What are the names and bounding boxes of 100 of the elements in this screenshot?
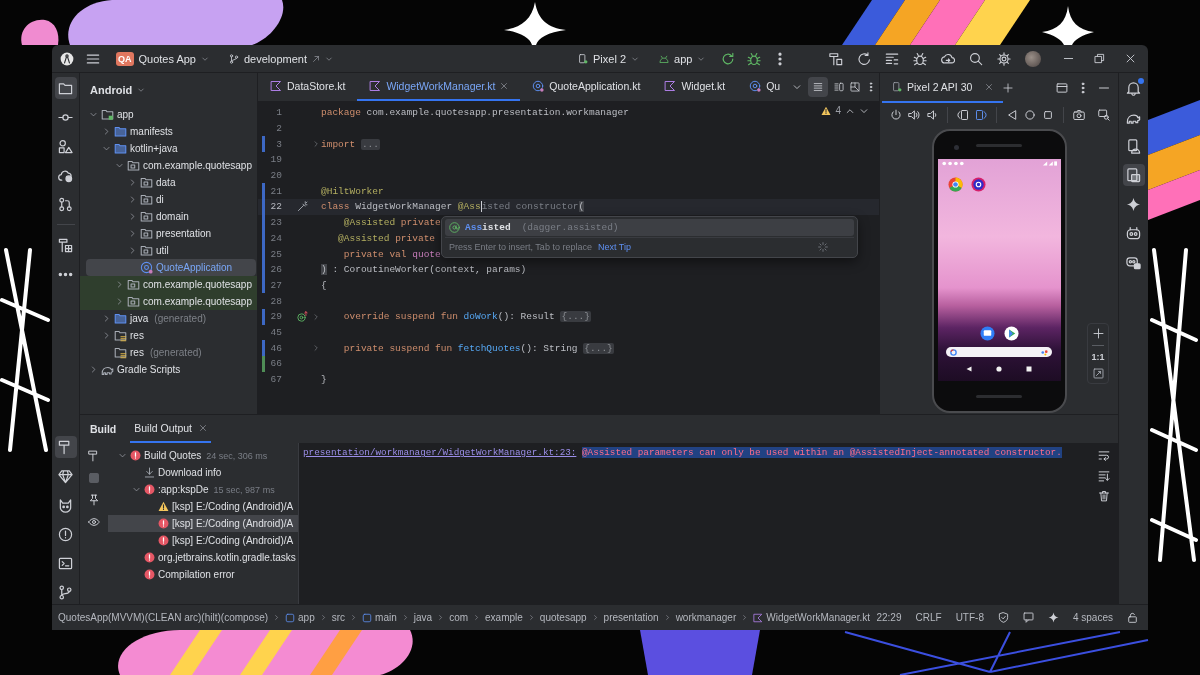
tree-item[interactable]: java (generated): [86, 310, 256, 327]
file-encoding[interactable]: UTF-8: [955, 612, 984, 623]
editor-tab[interactable]: DataStore.kt: [258, 73, 358, 101]
rerun-icon[interactable]: [721, 51, 736, 66]
hammer-grid-icon[interactable]: [58, 237, 73, 253]
selected-tool-button[interactable]: [54, 436, 77, 458]
build-tree-item[interactable]: [ksp] E:/Coding (Android)/A: [108, 532, 298, 549]
plus-icon[interactable]: [1003, 83, 1014, 93]
change-marker[interactable]: [261, 308, 265, 325]
build-tree-item[interactable]: Download info: [108, 464, 298, 481]
caret-position[interactable]: 22:29: [876, 612, 902, 623]
tree-item[interactable]: res (generated): [86, 344, 256, 361]
sparkle-icon[interactable]: [1047, 612, 1059, 623]
tree-item[interactable]: kotlin+java: [86, 140, 256, 157]
trash-icon[interactable]: [1098, 490, 1110, 502]
code-view-button[interactable]: [808, 77, 829, 97]
close-icon[interactable]: [1125, 53, 1136, 64]
comment-icon[interactable]: [1022, 612, 1034, 623]
tree-item[interactable]: res: [86, 327, 256, 344]
indent-setting[interactable]: 4 spaces: [1072, 612, 1113, 623]
exclamation-circle-icon[interactable]: [58, 526, 73, 542]
phone-robot-icon[interactable]: [1126, 138, 1141, 154]
build-tree-item[interactable]: [ksp] E:/Coding (Android)/A: [108, 498, 298, 515]
change-marker[interactable]: [261, 261, 265, 278]
change-marker[interactable]: [261, 199, 265, 215]
robot-chat-icon[interactable]: [1126, 254, 1141, 270]
screen-search-icon[interactable]: [1098, 109, 1110, 121]
cat-icon[interactable]: [58, 497, 73, 513]
selected-tool-button[interactable]: [54, 77, 77, 99]
fit-screen-icon[interactable]: [1092, 368, 1104, 379]
line-separator[interactable]: CRLF: [915, 612, 942, 623]
power-icon[interactable]: [890, 109, 902, 121]
pull-request-icon[interactable]: [58, 196, 73, 212]
volume-up-icon[interactable]: [908, 109, 920, 121]
branch-selector[interactable]: development: [225, 50, 337, 67]
file-link[interactable]: presentation/workmanager/WidgetWorkManager.kt:23:: [303, 447, 577, 458]
device-selector[interactable]: Pixel 2: [574, 50, 644, 67]
tree-item[interactable]: di: [86, 191, 256, 208]
pin-icon[interactable]: [88, 494, 100, 506]
refresh-icon[interactable]: [857, 51, 871, 66]
completion-item[interactable]: Assisted (dagger.assisted): [445, 219, 854, 236]
rotate-right-icon[interactable]: [975, 109, 987, 121]
device-tab[interactable]: Pixel 2 API 30: [882, 73, 1004, 103]
tree-item[interactable]: com.example.quotesapp: [86, 157, 256, 174]
change-marker[interactable]: [261, 136, 265, 153]
split-view-icon[interactable]: [834, 82, 845, 92]
build-tree-item[interactable]: [ksp] E:/Coding (Android)/A: [108, 515, 298, 532]
bug-icon[interactable]: [747, 51, 762, 66]
sparkle-icon[interactable]: [1126, 196, 1141, 212]
warning-count[interactable]: 4: [835, 105, 841, 116]
search-bar[interactable]: [946, 347, 1052, 357]
zoom-in-icon[interactable]: [1092, 328, 1104, 339]
hammer-icon[interactable]: [88, 450, 100, 462]
tree-item[interactable]: util: [86, 242, 256, 259]
eye-icon[interactable]: [88, 516, 100, 528]
compass-logo-icon[interactable]: [60, 51, 74, 66]
branch-icon[interactable]: [58, 584, 73, 600]
shapes-icon[interactable]: [58, 138, 73, 154]
change-marker[interactable]: [261, 246, 265, 262]
design-view-icon[interactable]: [850, 82, 861, 92]
change-marker[interactable]: [261, 230, 265, 247]
bug-icon[interactable]: [913, 51, 927, 66]
restore-icon[interactable]: [1094, 53, 1105, 64]
breadcrumb[interactable]: WidgetWorkManager.kt: [753, 612, 870, 623]
selected-tool-button[interactable]: [1122, 164, 1145, 186]
next-tip-link[interactable]: Next Tip: [597, 241, 631, 252]
panel-tab[interactable]: Build Output: [130, 415, 212, 443]
change-marker[interactable]: [261, 277, 265, 294]
window-icon[interactable]: [1056, 82, 1068, 94]
recents-icon[interactable]: [1026, 366, 1033, 372]
tree-item[interactable]: data: [86, 174, 256, 191]
test-tree-item[interactable]: com.example.quotesapp: [80, 276, 257, 293]
build-tree-item[interactable]: Build Quotes 24 sec, 306 ms: [108, 447, 298, 464]
avatar[interactable]: [1025, 50, 1041, 67]
change-marker[interactable]: [261, 340, 265, 356]
menu-icon[interactable]: [86, 51, 100, 66]
volume-down-icon[interactable]: [926, 109, 938, 121]
close-icon[interactable]: [500, 82, 509, 90]
chevron-down-icon[interactable]: [792, 82, 803, 92]
tree-item[interactable]: manifests: [86, 123, 256, 140]
breadcrumb[interactable]: QuotesApp(MVVM)(CLEAN arc)(hilt)(compose): [58, 612, 269, 623]
lock-icon[interactable]: [1127, 612, 1138, 623]
breadcrumb[interactable]: main: [362, 612, 397, 623]
bell-icon[interactable]: [1126, 80, 1141, 96]
editor-tab[interactable]: WidgetWorkManager.kt: [357, 73, 521, 101]
override-marker-icon[interactable]: [297, 311, 308, 323]
breadcrumb[interactable]: app: [285, 612, 315, 623]
settings-icon[interactable]: [997, 51, 1011, 66]
terminal-icon[interactable]: [58, 555, 73, 571]
overview-icon[interactable]: [1042, 109, 1054, 121]
back-icon[interactable]: [965, 366, 972, 372]
shield-icon[interactable]: [997, 612, 1009, 623]
breadcrumb[interactable]: src: [331, 612, 346, 623]
change-marker[interactable]: [261, 214, 265, 231]
build-tree-item[interactable]: :app:kspDe 15 sec, 987 ms: [108, 481, 298, 498]
tree-item[interactable]: QuoteApplication: [86, 259, 256, 276]
change-marker[interactable]: [261, 356, 265, 372]
tree-item[interactable]: presentation: [86, 225, 256, 242]
scroll-to-end-icon[interactable]: [1098, 470, 1110, 482]
breadcrumb[interactable]: quotesapp: [539, 612, 587, 623]
